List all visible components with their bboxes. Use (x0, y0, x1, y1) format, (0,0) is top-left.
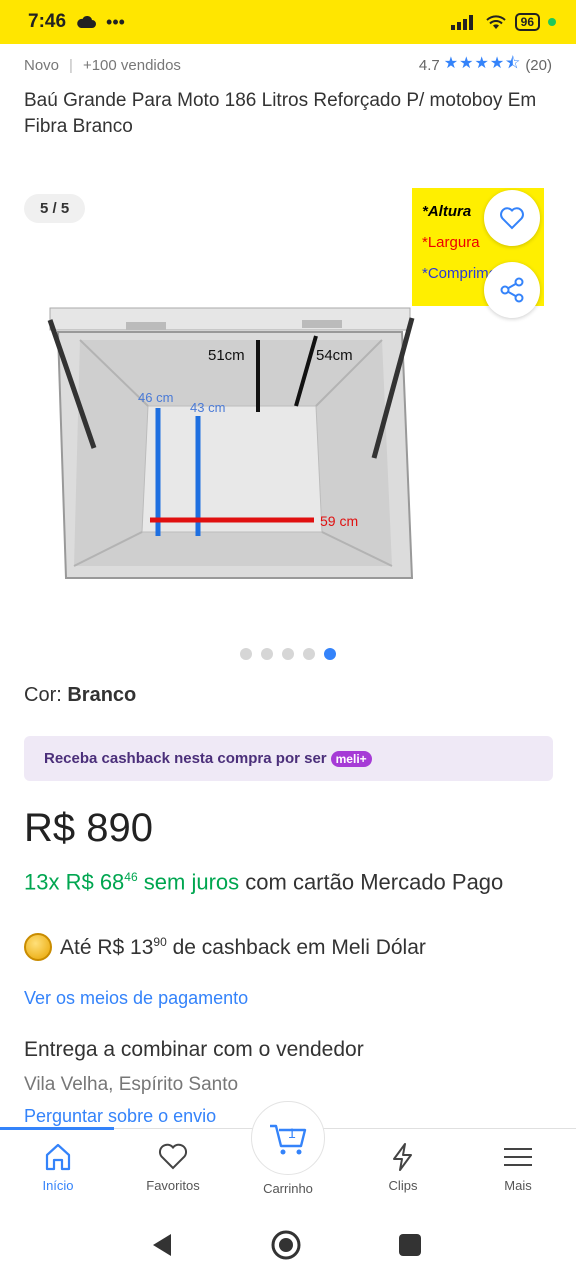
installments: 13x R$ 6846 sem juros com cartão Mercado… (24, 862, 544, 897)
menu-icon (504, 1148, 532, 1166)
installments-cents: 46 (124, 870, 138, 884)
cashback-amount: Até R$ 13 (60, 935, 154, 959)
label-inner-2: 43 cm (190, 400, 225, 415)
label-inner-1: 46 cm (138, 390, 173, 405)
tab-cart[interactable]: 1 (251, 1101, 325, 1175)
heart-icon (158, 1143, 188, 1170)
heart-icon (500, 207, 524, 230)
page-dot[interactable] (303, 648, 315, 660)
meli-plus-badge: meli+ (330, 750, 372, 767)
privacy-dot-icon (548, 18, 556, 26)
coin-icon (24, 933, 52, 961)
lightning-icon (393, 1143, 412, 1171)
page-dot[interactable] (261, 648, 273, 660)
label-depth: 54cm (316, 347, 353, 364)
installments-no-interest: sem juros (143, 869, 240, 895)
page-dot[interactable] (240, 648, 252, 660)
star-rating-icon: ★★★★⯪ (443, 55, 522, 72)
label-height: 51cm (208, 347, 245, 364)
label-width: 59 cm (320, 513, 358, 529)
installments-amount: 13x R$ 68 (24, 869, 125, 895)
tab-clips[interactable]: Clips (348, 1141, 458, 1193)
rating[interactable]: 4.7 ★★★★⯪ (20) (419, 52, 552, 79)
status-time: 7:46 (28, 11, 67, 32)
tab-home-label: Início (42, 1178, 74, 1193)
delivery-location: Vila Velha, Espírito Santo (24, 1074, 239, 1095)
gallery-pagination[interactable] (0, 648, 576, 660)
cart-count: 1 (288, 1125, 296, 1141)
tab-clips-label: Clips (388, 1178, 418, 1193)
cashback-suffix: de cashback em Meli Dólar (172, 935, 426, 959)
tab-favorites[interactable]: Favoritos (118, 1141, 228, 1193)
battery-indicator: 96 (514, 13, 540, 31)
page-dot[interactable] (282, 648, 294, 660)
price: R$ 890 (24, 806, 153, 850)
system-nav-bar (0, 1210, 576, 1280)
color-selector: Cor: Branco (24, 684, 136, 707)
cashback-banner-text: Receba cashback nesta compra por ser (44, 750, 327, 767)
rating-value: 4.7 (418, 57, 440, 74)
signal-icon (450, 15, 473, 30)
product-title: Baú Grande Para Moto 186 Litros Reforçad… (24, 90, 537, 137)
ask-shipping-link[interactable]: Perguntar sobre o envio (24, 1106, 216, 1127)
color-label: Cor: (24, 684, 62, 706)
review-count: (20) (525, 57, 552, 74)
color-value: Branco (67, 684, 137, 706)
share-icon (500, 277, 524, 303)
cloud-icon (77, 15, 97, 28)
page-dot-active[interactable] (324, 648, 336, 660)
cashback-banner[interactable]: Receba cashback nesta compra por ser mel… (24, 736, 553, 781)
condition-label: Novo (24, 57, 60, 74)
payment-methods-link[interactable]: Ver os meios de pagamento (24, 988, 248, 1009)
wifi-icon (485, 15, 506, 29)
favorite-button[interactable] (484, 190, 540, 246)
cart-icon: 1 (270, 1124, 307, 1155)
installments-card: com cartão Mercado Pago (245, 869, 504, 895)
cashback-line: Até R$ 1390 de cashback em Meli Dólar (24, 933, 426, 961)
tab-more[interactable]: Mais (463, 1141, 573, 1193)
back-icon[interactable] (150, 1232, 174, 1258)
product-image: 51cm 54cm 46 cm 43 cm 59 cm (47, 307, 415, 579)
share-button[interactable] (484, 262, 540, 318)
product-meta-row: Novo | +100 vendidos 4.7 ★★★★⯪ (20) (24, 52, 552, 79)
delivery-title: Entrega a combinar com o vendedor (24, 1038, 364, 1061)
tab-indicator (0, 1127, 114, 1130)
status-bar: 7:46 ••• 96 (0, 0, 576, 44)
tab-cart-label: Carrinho (263, 1181, 313, 1196)
tab-more-label: Mais (504, 1178, 532, 1193)
tab-favorites-label: Favoritos (146, 1178, 200, 1193)
home-nav-icon[interactable] (270, 1229, 302, 1261)
divider: | (69, 57, 73, 74)
more-notifications-icon: ••• (106, 11, 125, 32)
home-icon (45, 1143, 71, 1171)
bottom-tab-bar: Início Favoritos 1 Carrinho Clips Mais (0, 1101, 576, 1210)
sold-count: +100 vendidos (82, 57, 181, 74)
tab-home[interactable]: Início (3, 1141, 113, 1193)
cashback-cents: 90 (153, 934, 167, 949)
image-counter: 5 / 5 (24, 194, 86, 223)
recents-icon[interactable] (398, 1233, 422, 1257)
product-gallery[interactable]: 5 / 5 *Altura *Largura *Comprimento 51cm… (0, 180, 576, 630)
